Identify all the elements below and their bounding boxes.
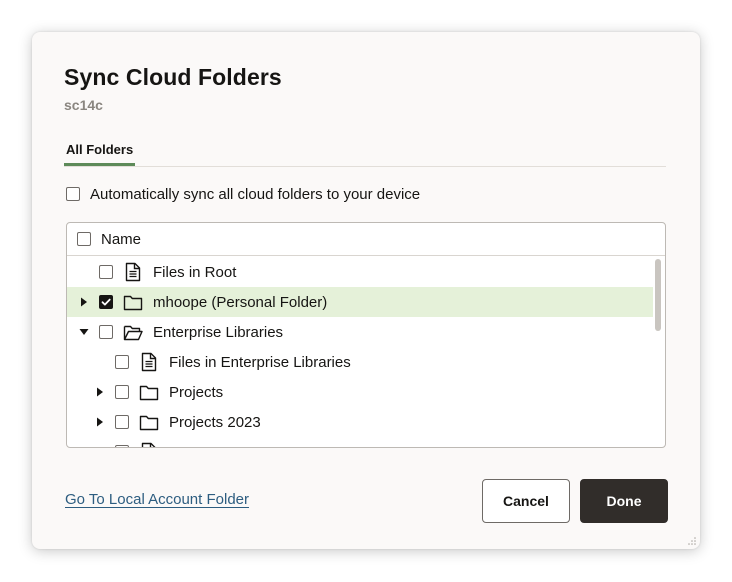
checkmark-icon [101, 298, 111, 306]
name-column-header: Name [101, 230, 142, 248]
tree-row-label: mhoope (Personal Folder) [153, 293, 328, 311]
tree-row-label: Projects [169, 383, 224, 401]
row-checkbox[interactable] [99, 265, 113, 279]
file-icon [141, 442, 156, 447]
tree-row[interactable]: Files in Root [67, 257, 653, 287]
tree-scrollbar[interactable] [655, 259, 661, 331]
caret-right-icon[interactable] [95, 387, 105, 397]
tree-row[interactable]: Enterprise Libraries [67, 317, 653, 347]
cancel-button[interactable]: Cancel [482, 479, 570, 523]
row-checkbox[interactable] [115, 355, 129, 369]
dialog-title: Sync Cloud Folders [64, 64, 282, 90]
resize-grip-icon[interactable] [688, 537, 696, 545]
folder-tree: Name Files in Root mhoope (Personal Folde… [66, 222, 666, 448]
caret-right-icon[interactable] [95, 447, 105, 448]
select-all-checkbox[interactable] [77, 232, 91, 246]
tab-all-folders[interactable]: All Folders [64, 142, 136, 166]
sync-cloud-folders-dialog: Sync Cloud Folders sc14c All Folders Aut… [32, 32, 700, 549]
caret-right-icon[interactable] [95, 417, 105, 427]
tree-row[interactable]: Projects 2023 [67, 407, 653, 437]
auto-sync-option[interactable]: Automatically sync all cloud folders to … [66, 184, 420, 204]
caret-down-icon[interactable] [79, 327, 89, 337]
tree-row-label: Projects 2023 [169, 413, 261, 431]
file-icon [125, 262, 141, 282]
row-checkbox[interactable] [115, 385, 129, 399]
file-icon [141, 352, 157, 372]
folder-open-icon [123, 325, 143, 341]
tree-row-label: Enterprise Libraries [153, 323, 284, 341]
dialog-subtitle: sc14c [64, 97, 103, 113]
row-checkbox[interactable] [115, 415, 129, 429]
done-button[interactable]: Done [580, 479, 668, 523]
row-checkbox[interactable] [115, 445, 129, 447]
caret-right-icon[interactable] [79, 297, 89, 307]
go-to-local-account-folder-link[interactable]: Go To Local Account Folder [65, 491, 249, 508]
row-checkbox[interactable] [99, 295, 113, 309]
tree-row-label: Files in Root [153, 263, 237, 281]
tree-row[interactable]: mhoope (Personal Folder) [67, 287, 653, 317]
tree-row[interactable]: Files in Enterprise Libraries [67, 347, 653, 377]
tab-bar: All Folders [64, 138, 666, 167]
tree-row-label: Files in Enterprise Libraries [169, 353, 351, 371]
row-checkbox[interactable] [99, 325, 113, 339]
tree-row[interactable] [67, 437, 653, 448]
auto-sync-label: Automatically sync all cloud folders to … [90, 185, 421, 203]
folder-icon [123, 295, 143, 311]
folder-icon [139, 385, 159, 401]
tree-row[interactable]: Projects [67, 377, 653, 407]
folder-icon [139, 415, 159, 431]
auto-sync-checkbox[interactable] [66, 187, 80, 201]
tree-header: Name [67, 223, 665, 256]
